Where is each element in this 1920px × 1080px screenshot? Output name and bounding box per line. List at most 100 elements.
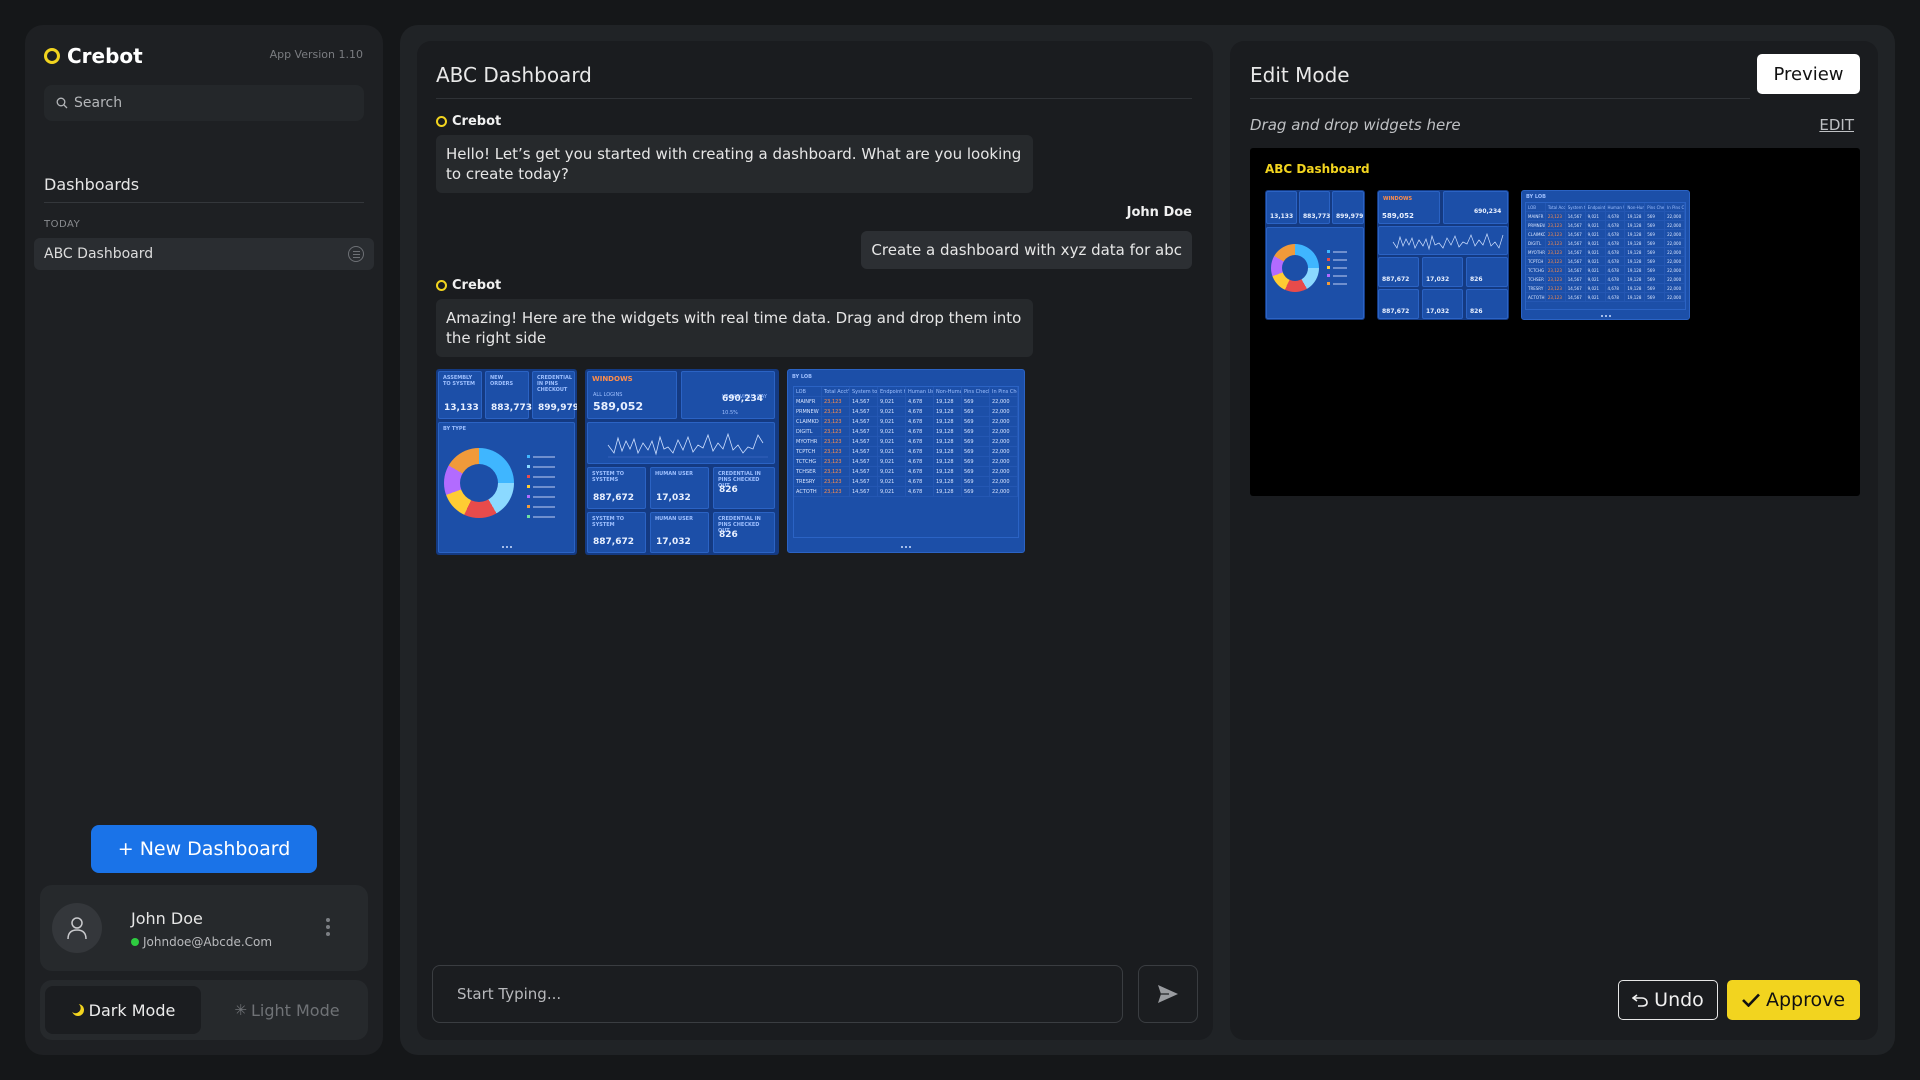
app-name: Crebot — [67, 44, 143, 68]
undo-button[interactable]: Undo — [1618, 980, 1718, 1020]
table-cell: 19,128 — [934, 447, 962, 456]
table-header-cell: Endpoint to System — [1587, 203, 1606, 211]
stat-value: 826 — [719, 530, 738, 540]
prev-value: 690,234 — [722, 394, 763, 404]
line-chart — [607, 432, 768, 458]
list-menu-icon[interactable] — [348, 246, 364, 262]
kpi-tile-value: 883,773 — [491, 403, 532, 413]
table-row: PRMNEW 23,123 14,567 9,021 4,678 19,128 569 22,… — [1526, 221, 1685, 230]
dark-mode-label: Dark Mode — [88, 1000, 176, 1020]
canvas-widget-lob-table[interactable]: BY LOB LOBTotal Acct'sSystem to SystemEn… — [1521, 190, 1690, 320]
canvas-widget-kpi-donut[interactable]: 13,133 883,773 899,979 — [1265, 190, 1365, 320]
table-cell: 569 — [1645, 266, 1666, 274]
table-cell: 23,123 — [822, 477, 850, 486]
all-logins-value: 589,052 — [1382, 212, 1414, 220]
table-row: TCTCHG 23,123 14,567 9,021 4,678 19,128 569 22,… — [1526, 266, 1685, 275]
send-button[interactable] — [1138, 965, 1198, 1023]
sidebar-item-abc-dashboard[interactable]: ABC Dashboard — [34, 238, 374, 270]
table-cell: 23,123 — [1546, 284, 1566, 292]
table-cell: 14,567 — [1566, 212, 1586, 220]
message-input[interactable] — [457, 985, 1097, 1003]
kpi-tile-title: ASSEMBLY TO SYSTEM — [443, 375, 476, 387]
table-cell: TCHSER — [1526, 275, 1546, 283]
divider — [44, 202, 364, 203]
table-cell: 19,128 — [934, 417, 962, 426]
kpi-tile-value: 899,979 — [1336, 213, 1364, 220]
approve-button[interactable]: Approve — [1727, 980, 1860, 1020]
windows-stat-tile: 17,032 — [1422, 289, 1463, 319]
table-cell: 19,128 — [934, 477, 962, 486]
table-cell: 569 — [962, 477, 990, 486]
dark-mode-button[interactable]: Dark Mode — [45, 986, 201, 1034]
legend-row — [1327, 250, 1347, 253]
edit-link[interactable]: EDIT — [1819, 116, 1854, 134]
widget-kpi-donut[interactable]: ASSEMBLY TO SYSTEM 13,133 NEW ORDERS 883… — [436, 369, 577, 555]
preview-button[interactable]: Preview — [1757, 54, 1860, 94]
table-row: TCHSER 23,123 14,567 9,021 4,678 19,128 569 22,… — [1526, 275, 1685, 284]
table-header-cell: System to System — [1566, 203, 1586, 211]
dashboard-canvas[interactable]: ABC Dashboard 13,133 883,773 899,979 WIN… — [1250, 148, 1860, 496]
table-cell: 19,128 — [934, 407, 962, 416]
table-cell: 569 — [1645, 284, 1666, 292]
table-cell: 23,123 — [1546, 275, 1566, 283]
light-mode-button[interactable]: ✳ Light Mode — [212, 986, 362, 1034]
windows-prev-tile: VS PREVIOUS DAY 690,234 10.5% — [681, 371, 775, 419]
table-row: CLAIMKD 23,123 14,567 9,021 4,678 19,128 569 22… — [1526, 230, 1685, 239]
brand[interactable]: Crebot — [44, 44, 143, 68]
kpi-tile: ASSEMBLY TO SYSTEM 13,133 — [438, 371, 482, 419]
stat-title: HUMAN USER — [655, 471, 693, 477]
dashboards-heading: Dashboards — [44, 175, 140, 194]
table-cell: 22,000 — [990, 477, 1018, 486]
kebab-menu-icon[interactable] — [326, 918, 330, 936]
table-cell: 4,678 — [1606, 275, 1626, 283]
all-logins-value: 589,052 — [593, 400, 644, 413]
table-row: TRESRY 23,123 14,567 9,021 4,678 19,128 569 22,… — [1526, 284, 1685, 293]
table-cell: 23,123 — [822, 427, 850, 436]
widget-lob-table[interactable]: BY LOB LOBTotal Acct'sSystem to SystemEn… — [787, 369, 1025, 553]
table-cell: 4,678 — [1606, 257, 1626, 265]
widget-windows[interactable]: WINDOWS ALL LOGINS 589,052 VS PREVIOUS D… — [585, 369, 779, 555]
table-cell: 4,678 — [906, 437, 934, 446]
message-composer[interactable] — [432, 965, 1123, 1023]
windows-prev-tile: 690,234 — [1443, 191, 1508, 224]
table-row: TCTCHG 23,123 14,567 9,021 4,678 19,128 569 22,… — [794, 457, 1018, 467]
table-cell: PRMNEW — [1528, 221, 1546, 229]
table-cell: 23,123 — [1546, 293, 1566, 301]
table-cell: 9,021 — [1586, 275, 1606, 283]
new-dashboard-button[interactable]: + New Dashboard — [91, 825, 317, 873]
sender-name: Crebot — [452, 114, 502, 129]
table-cell: 23,123 — [1546, 266, 1566, 274]
ring-logo-icon — [436, 116, 447, 127]
canvas-title: ABC Dashboard — [1265, 162, 1370, 176]
table-cell: 14,567 — [850, 427, 878, 436]
user-name: John Doe — [131, 909, 203, 928]
table-cell: 22,000 — [1665, 257, 1685, 265]
legend-row — [1327, 274, 1347, 277]
table-cell: 9,021 — [878, 407, 906, 416]
stat-value: 887,672 — [593, 537, 634, 547]
windows-stat-tile: CREDENTIAL IN PINS CHECKED OUT 826 — [713, 467, 775, 509]
table-cell: 9,021 — [878, 447, 906, 456]
table-cell: 4,678 — [906, 447, 934, 456]
table-cell: DIGITL — [794, 427, 822, 436]
table-cell: 22,000 — [990, 487, 1018, 496]
windows-stat-tile: SYSTEM TO SYSTEMS 887,672 — [587, 467, 646, 509]
kpi-tile-title: CREDENTIAL IN PINS CHECKOUT — [537, 375, 573, 393]
table-cell: 14,567 — [850, 457, 878, 466]
user-sender: John Doe — [1127, 205, 1192, 220]
table-cell: 4,678 — [906, 457, 934, 466]
avatar[interactable] — [52, 903, 102, 953]
approve-label: Approve — [1765, 989, 1846, 1011]
windows-line-tile — [1378, 226, 1508, 255]
drag-hint: Drag and drop widgets here — [1250, 116, 1461, 134]
canvas-widget-windows[interactable]: WINDOWS 589,052 690,234 887,672 17,032 8… — [1377, 190, 1509, 320]
check-icon — [1742, 993, 1760, 1007]
table-cell: 19,128 — [934, 457, 962, 466]
search-input[interactable] — [74, 95, 354, 111]
stat-value: 826 — [1470, 276, 1483, 283]
windows-stat-tile: HUMAN USER 17,032 — [650, 512, 709, 553]
table-cell: 22,000 — [1665, 275, 1685, 283]
search-box[interactable] — [44, 85, 364, 121]
table-cell: CLAIMKD — [1528, 230, 1546, 238]
windows-title: WINDOWS — [592, 375, 633, 383]
